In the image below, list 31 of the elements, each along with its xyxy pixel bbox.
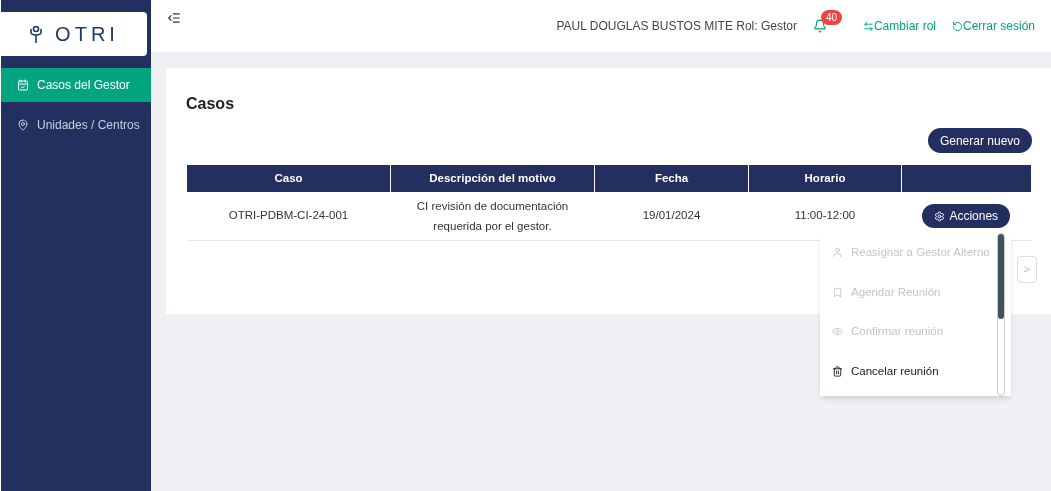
next-page-button[interactable]: > [1017, 256, 1037, 283]
column-header: Fecha [594, 165, 749, 192]
logo-text: OTRI [55, 22, 119, 47]
eye-icon [832, 326, 843, 338]
trash-icon [832, 365, 843, 377]
bookmark-icon [832, 286, 843, 298]
circular-arrow-icon [951, 20, 963, 32]
menu-toggle-icon[interactable] [167, 11, 181, 25]
table-cell: OTRI-PDBM-CI-24-001 [186, 192, 391, 241]
table-cell: 19/01/2024 [594, 192, 749, 241]
sidebar-item[interactable]: Casos del Gestor [1, 68, 151, 102]
column-header: Horario [748, 165, 902, 192]
page-title: Casos [186, 94, 236, 114]
header-link[interactable]: Cambiar rol [862, 17, 936, 35]
user-role-text: PAUL DOUGLAS BUSTOS MITE Rol: Gestor [556, 18, 797, 35]
sidebar-item[interactable]: Unidades / Centros [1, 108, 151, 142]
notification-count: 40 [820, 10, 843, 25]
generate-new-button[interactable]: Generar nuevo [927, 128, 1032, 153]
table-cell: CI revisión de documentación requerida por el gestor. [390, 192, 595, 241]
column-header: Descripción del motivo [390, 165, 595, 192]
header-link[interactable]: Cerrar sesión [951, 17, 1035, 35]
settings-icon [934, 210, 946, 222]
calendar-icon [17, 79, 29, 91]
menu-item[interactable]: Cancelar reunión [820, 351, 1011, 391]
logo-icon [29, 25, 44, 43]
actions-button[interactable]: Acciones [922, 204, 1011, 228]
column-header: Caso [186, 165, 391, 192]
user-icon [832, 247, 843, 259]
location-pin-icon [17, 119, 29, 131]
swap-arrows-icon [862, 20, 874, 32]
notification-bell-icon[interactable] [812, 19, 827, 33]
